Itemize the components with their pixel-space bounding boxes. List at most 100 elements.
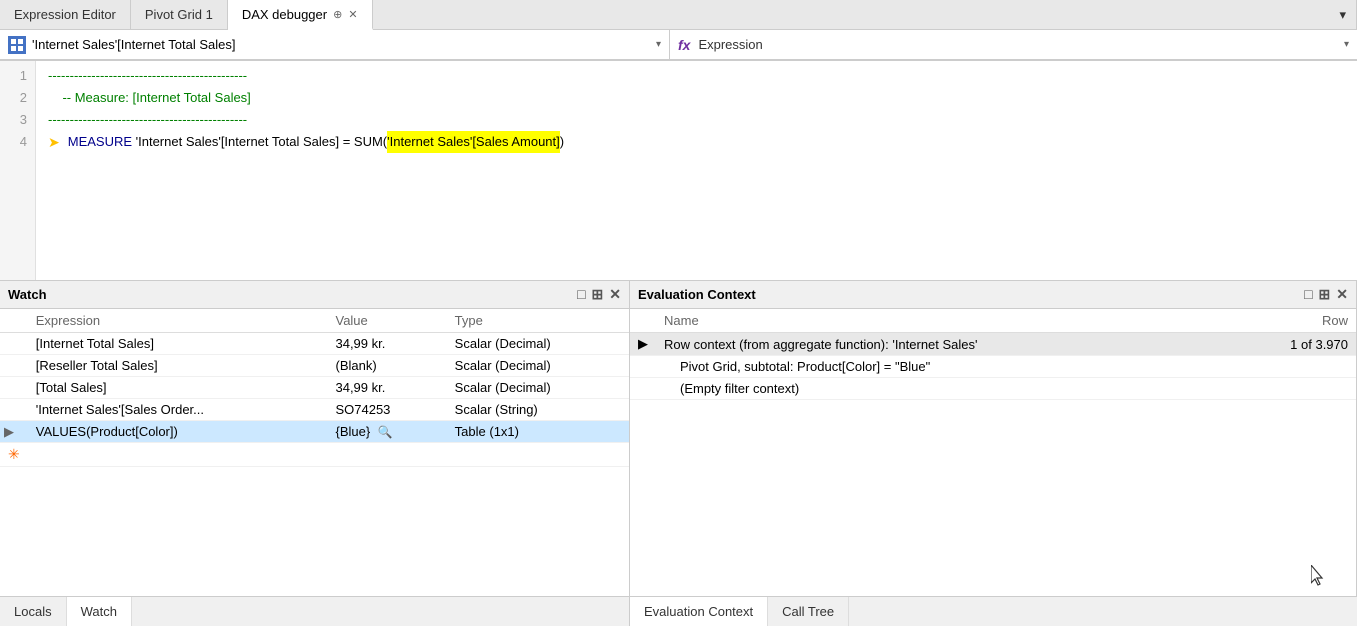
tab-evaluation-context[interactable]: Evaluation Context (630, 597, 768, 626)
eval-context-tab-label: Evaluation Context (644, 604, 753, 619)
watch-pane-header: Watch □ ⊞ ✕ (0, 281, 629, 309)
col-value-header: Value (327, 309, 446, 333)
row-expression: [Internet Total Sales] (28, 333, 328, 355)
eval-pane-header: Evaluation Context □ ⊞ ✕ (630, 281, 1356, 309)
row-expression: VALUES(Product[Color]) (28, 421, 328, 443)
eval-row-expander[interactable]: ▶ (630, 333, 656, 356)
eval-row-expander-empty (630, 356, 656, 378)
eval-title: Evaluation Context (638, 287, 1304, 302)
row-type: Table (1x1) (447, 421, 629, 443)
eval-row-row: 1 of 3.970 (1256, 333, 1356, 356)
search-icon[interactable]: 🔍 (378, 425, 393, 439)
eval-maximize-icon[interactable]: □ (1304, 286, 1312, 303)
fx-icon: fx (678, 37, 690, 53)
watch-table: Expression Value Type [Internet Total Sa… (0, 309, 629, 596)
eval-row-name: (Empty filter context) (656, 378, 1256, 400)
new-row-value (327, 443, 446, 467)
code-editor-area: 1 2 3 4 --------------------------------… (0, 61, 1357, 281)
watch-maximize-icon[interactable]: □ (577, 286, 585, 303)
watch-row-selected[interactable]: ▶ VALUES(Product[Color]) {Blue} 🔍 Table … (0, 421, 629, 443)
call-tree-tab-label: Call Tree (782, 604, 834, 619)
arrow-indicator: ➤ (48, 131, 60, 153)
watch-title: Watch (8, 287, 577, 302)
watch-header-icons: □ ⊞ ✕ (577, 286, 621, 303)
bottom-area: Watch □ ⊞ ✕ Expression Value Type (0, 281, 1357, 626)
row-value: 34,99 kr. (327, 333, 446, 355)
col-type-header: Type (447, 309, 629, 333)
tab-locals[interactable]: Locals (0, 597, 67, 626)
eval-table: Name Row ▶ Row context (from aggregate f… (630, 309, 1356, 596)
eval-close-icon[interactable]: ✕ (1336, 286, 1348, 303)
row-type: Scalar (Decimal) (447, 333, 629, 355)
row-type: Scalar (Decimal) (447, 377, 629, 399)
row-expander-expand[interactable]: ▶ (0, 421, 28, 443)
code-line-2: -- Measure: [Internet Total Sales] (48, 87, 1345, 109)
eval-col-expander (630, 309, 656, 333)
tab-label: Expression Editor (14, 7, 116, 22)
row-expander (0, 355, 28, 377)
code-line-4: ➤ MEASURE 'Internet Sales'[Internet Tota… (48, 131, 1345, 153)
watch-row: 'Internet Sales'[Sales Order... SO74253 … (0, 399, 629, 421)
watch-new-row[interactable]: ✳ (0, 443, 629, 467)
expression-toolbar: fx Expression ▾ (670, 30, 1357, 60)
row-type: Scalar (Decimal) (447, 355, 629, 377)
eval-row-row (1256, 378, 1356, 400)
row-expander (0, 399, 28, 421)
pin-icon[interactable]: ⊕ (333, 8, 342, 21)
line-numbers: 1 2 3 4 (0, 61, 36, 280)
measure-dropdown[interactable]: 'Internet Sales'[Internet Total Sales] ▾ (0, 30, 670, 60)
eval-bottom-tabs: Evaluation Context Call Tree (630, 596, 1357, 626)
code-line-3: ----------------------------------------… (48, 109, 1345, 131)
locals-tab-label: Locals (14, 604, 52, 619)
tab-call-tree[interactable]: Call Tree (768, 597, 849, 626)
row-expander (0, 377, 28, 399)
row-value: 34,99 kr. (327, 377, 446, 399)
eval-row-1: ▶ Row context (from aggregate function):… (630, 333, 1356, 356)
top-dropdowns: 'Internet Sales'[Internet Total Sales] ▾… (0, 30, 1357, 61)
eval-header-icons: □ ⊞ ✕ (1304, 286, 1348, 303)
row-expression: [Reseller Total Sales] (28, 355, 328, 377)
row-type: Scalar (String) (447, 399, 629, 421)
tab-dax-debugger[interactable]: DAX debugger ⊕ ✕ (228, 0, 373, 30)
row-expander (0, 333, 28, 355)
tab-pivot-grid[interactable]: Pivot Grid 1 (131, 0, 228, 29)
tab-label: DAX debugger (242, 7, 327, 22)
col-expander-header (0, 309, 28, 333)
watch-bottom-tabs: Locals Watch (0, 596, 629, 626)
expression-label: Expression (698, 37, 1344, 52)
row-value: {Blue} 🔍 (327, 421, 446, 443)
eval-row-row (1256, 356, 1356, 378)
tab-expression-editor[interactable]: Expression Editor (0, 0, 131, 29)
expr-dropdown-arrow[interactable]: ▾ (1344, 39, 1349, 50)
eval-col-name: Name (656, 309, 1256, 333)
watch-row: [Internet Total Sales] 34,99 kr. Scalar … (0, 333, 629, 355)
dropdown-arrow-icon[interactable]: ▾ (656, 39, 661, 50)
eval-row-name: Row context (from aggregate function): '… (656, 333, 1256, 356)
watch-close-icon[interactable]: ✕ (609, 286, 621, 303)
row-expression: [Total Sales] (28, 377, 328, 399)
row-expression: 'Internet Sales'[Sales Order... (28, 399, 328, 421)
code-content[interactable]: ----------------------------------------… (36, 61, 1357, 280)
eval-row-expander-empty (630, 378, 656, 400)
watch-pin-icon[interactable]: ⊞ (592, 286, 604, 303)
eval-col-row: Row (1256, 309, 1356, 333)
tab-chevron[interactable]: ▾ (1329, 0, 1357, 29)
new-row-type (447, 443, 629, 467)
tab-bar: Expression Editor Pivot Grid 1 DAX debug… (0, 0, 1357, 30)
new-row-expr[interactable] (28, 443, 328, 467)
code-line-1: ----------------------------------------… (48, 65, 1345, 87)
row-value: (Blank) (327, 355, 446, 377)
watch-pane: Watch □ ⊞ ✕ Expression Value Type (0, 281, 630, 626)
tab-spacer (373, 0, 1330, 29)
close-icon[interactable]: ✕ (348, 8, 357, 21)
eval-pane: Evaluation Context □ ⊞ ✕ Name Row (630, 281, 1357, 596)
row-value: SO74253 (327, 399, 446, 421)
eval-pane-wrapper: Evaluation Context □ ⊞ ✕ Name Row (630, 281, 1357, 626)
new-row-indicator: ✳ (0, 443, 28, 467)
watch-row: [Total Sales] 34,99 kr. Scalar (Decimal) (0, 377, 629, 399)
tab-watch[interactable]: Watch (67, 597, 132, 626)
col-expression-header: Expression (28, 309, 328, 333)
watch-row: [Reseller Total Sales] (Blank) Scalar (D… (0, 355, 629, 377)
eval-pin-icon[interactable]: ⊞ (1319, 286, 1331, 303)
watch-tab-label: Watch (81, 604, 117, 619)
